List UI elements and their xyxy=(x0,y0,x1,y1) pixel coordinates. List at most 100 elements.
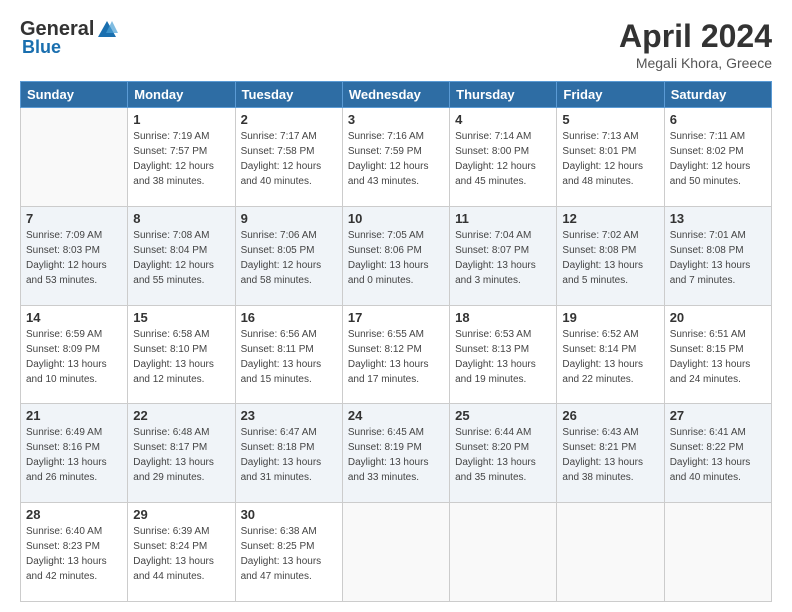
table-row xyxy=(664,503,771,602)
table-row: 16 Sunrise: 6:56 AM Sunset: 8:11 PM Dayli… xyxy=(235,305,342,404)
day-number: 7 xyxy=(26,211,122,226)
day-info: Sunrise: 7:01 AM Sunset: 8:08 PM Dayligh… xyxy=(670,228,766,288)
day-number: 19 xyxy=(562,310,658,325)
day-info: Sunrise: 6:52 AM Sunset: 8:14 PM Dayligh… xyxy=(562,327,658,387)
day-number: 5 xyxy=(562,112,658,127)
table-row xyxy=(557,503,664,602)
table-row xyxy=(342,503,449,602)
day-number: 29 xyxy=(133,507,229,522)
day-number: 21 xyxy=(26,408,122,423)
table-row: 5 Sunrise: 7:13 AM Sunset: 8:01 PM Daylig… xyxy=(557,108,664,207)
calendar-header-row: Sunday Monday Tuesday Wednesday Thursday… xyxy=(21,82,772,108)
day-number: 28 xyxy=(26,507,122,522)
day-info: Sunrise: 7:11 AM Sunset: 8:02 PM Dayligh… xyxy=(670,129,766,189)
table-row: 13Sunrise: 7:01 AM Sunset: 8:08 PM Dayli… xyxy=(664,206,771,305)
location: Megali Khora, Greece xyxy=(619,55,772,71)
day-info: Sunrise: 6:59 AM Sunset: 8:09 PM Dayligh… xyxy=(26,327,122,387)
day-number: 12 xyxy=(562,211,658,226)
col-thursday: Thursday xyxy=(450,82,557,108)
calendar-table: Sunday Monday Tuesday Wednesday Thursday… xyxy=(20,81,772,602)
day-number: 2 xyxy=(241,112,337,127)
day-info: Sunrise: 7:16 AM Sunset: 7:59 PM Dayligh… xyxy=(348,129,444,189)
day-number: 30 xyxy=(241,507,337,522)
logo-icon xyxy=(96,19,118,41)
day-info: Sunrise: 7:08 AM Sunset: 8:04 PM Dayligh… xyxy=(133,228,229,288)
table-row: 22 Sunrise: 6:48 AM Sunset: 8:17 PM Dayli… xyxy=(128,404,235,503)
day-number: 26 xyxy=(562,408,658,423)
calendar-week-row: 1Sunrise: 7:19 AM Sunset: 7:57 PM Daylig… xyxy=(21,108,772,207)
table-row: 10Sunrise: 7:05 AM Sunset: 8:06 PM Dayli… xyxy=(342,206,449,305)
day-info: Sunrise: 6:39 AM Sunset: 8:24 PM Dayligh… xyxy=(133,524,229,584)
table-row: 28 Sunrise: 6:40 AM Sunset: 8:23 PM Dayli… xyxy=(21,503,128,602)
logo: General Blue xyxy=(20,18,118,58)
day-number: 10 xyxy=(348,211,444,226)
day-number: 22 xyxy=(133,408,229,423)
col-friday: Friday xyxy=(557,82,664,108)
day-number: 3 xyxy=(348,112,444,127)
day-info: Sunrise: 6:48 AM Sunset: 8:17 PM Dayligh… xyxy=(133,425,229,485)
day-info: Sunrise: 6:51 AM Sunset: 8:15 PM Dayligh… xyxy=(670,327,766,387)
col-sunday: Sunday xyxy=(21,82,128,108)
day-number: 17 xyxy=(348,310,444,325)
day-number: 23 xyxy=(241,408,337,423)
day-number: 18 xyxy=(455,310,551,325)
table-row: 15 Sunrise: 6:58 AM Sunset: 8:10 PM Dayli… xyxy=(128,305,235,404)
day-number: 11 xyxy=(455,211,551,226)
calendar-week-row: 14 Sunrise: 6:59 AM Sunset: 8:09 PM Dayli… xyxy=(21,305,772,404)
day-info: Sunrise: 6:43 AM Sunset: 8:21 PM Dayligh… xyxy=(562,425,658,485)
table-row: 29 Sunrise: 6:39 AM Sunset: 8:24 PM Dayli… xyxy=(128,503,235,602)
day-info: Sunrise: 6:38 AM Sunset: 8:25 PM Dayligh… xyxy=(241,524,337,584)
day-info: Sunrise: 7:13 AM Sunset: 8:01 PM Dayligh… xyxy=(562,129,658,189)
day-info: Sunrise: 7:06 AM Sunset: 8:05 PM Dayligh… xyxy=(241,228,337,288)
table-row: 30 Sunrise: 6:38 AM Sunset: 8:25 PM Dayli… xyxy=(235,503,342,602)
table-row: 6 Sunrise: 7:11 AM Sunset: 8:02 PM Daylig… xyxy=(664,108,771,207)
day-number: 16 xyxy=(241,310,337,325)
day-number: 9 xyxy=(241,211,337,226)
day-info: Sunrise: 7:09 AM Sunset: 8:03 PM Dayligh… xyxy=(26,228,122,288)
table-row: 11 Sunrise: 7:04 AM Sunset: 8:07 PM Dayli… xyxy=(450,206,557,305)
calendar-week-row: 7 Sunrise: 7:09 AM Sunset: 8:03 PM Daylig… xyxy=(21,206,772,305)
day-number: 27 xyxy=(670,408,766,423)
table-row: 1Sunrise: 7:19 AM Sunset: 7:57 PM Daylig… xyxy=(128,108,235,207)
day-number: 15 xyxy=(133,310,229,325)
page: General Blue April 2024 Megali Khora, Gr… xyxy=(0,0,792,612)
table-row: 12 Sunrise: 7:02 AM Sunset: 8:08 PM Dayli… xyxy=(557,206,664,305)
day-info: Sunrise: 7:17 AM Sunset: 7:58 PM Dayligh… xyxy=(241,129,337,189)
header: General Blue April 2024 Megali Khora, Gr… xyxy=(20,18,772,71)
day-info: Sunrise: 7:04 AM Sunset: 8:07 PM Dayligh… xyxy=(455,228,551,288)
table-row: 18 Sunrise: 6:53 AM Sunset: 8:13 PM Dayli… xyxy=(450,305,557,404)
day-number: 1 xyxy=(133,112,229,127)
day-info: Sunrise: 7:14 AM Sunset: 8:00 PM Dayligh… xyxy=(455,129,551,189)
day-number: 25 xyxy=(455,408,551,423)
day-number: 20 xyxy=(670,310,766,325)
table-row: 23 Sunrise: 6:47 AM Sunset: 8:18 PM Dayli… xyxy=(235,404,342,503)
day-number: 14 xyxy=(26,310,122,325)
day-info: Sunrise: 6:40 AM Sunset: 8:23 PM Dayligh… xyxy=(26,524,122,584)
table-row: 20 Sunrise: 6:51 AM Sunset: 8:15 PM Dayli… xyxy=(664,305,771,404)
col-monday: Monday xyxy=(128,82,235,108)
day-info: Sunrise: 6:41 AM Sunset: 8:22 PM Dayligh… xyxy=(670,425,766,485)
logo-blue: Blue xyxy=(22,37,61,58)
title-block: April 2024 Megali Khora, Greece xyxy=(619,18,772,71)
table-row xyxy=(21,108,128,207)
col-saturday: Saturday xyxy=(664,82,771,108)
day-number: 4 xyxy=(455,112,551,127)
day-info: Sunrise: 6:53 AM Sunset: 8:13 PM Dayligh… xyxy=(455,327,551,387)
table-row: 9 Sunrise: 7:06 AM Sunset: 8:05 PM Daylig… xyxy=(235,206,342,305)
table-row: 4 Sunrise: 7:14 AM Sunset: 8:00 PM Daylig… xyxy=(450,108,557,207)
col-wednesday: Wednesday xyxy=(342,82,449,108)
table-row: 19 Sunrise: 6:52 AM Sunset: 8:14 PM Dayli… xyxy=(557,305,664,404)
day-info: Sunrise: 7:02 AM Sunset: 8:08 PM Dayligh… xyxy=(562,228,658,288)
table-row: 21Sunrise: 6:49 AM Sunset: 8:16 PM Dayli… xyxy=(21,404,128,503)
day-info: Sunrise: 6:45 AM Sunset: 8:19 PM Dayligh… xyxy=(348,425,444,485)
day-number: 6 xyxy=(670,112,766,127)
table-row: 2 Sunrise: 7:17 AM Sunset: 7:58 PM Daylig… xyxy=(235,108,342,207)
table-row: 3 Sunrise: 7:16 AM Sunset: 7:59 PM Daylig… xyxy=(342,108,449,207)
day-info: Sunrise: 6:44 AM Sunset: 8:20 PM Dayligh… xyxy=(455,425,551,485)
day-info: Sunrise: 6:47 AM Sunset: 8:18 PM Dayligh… xyxy=(241,425,337,485)
day-info: Sunrise: 6:58 AM Sunset: 8:10 PM Dayligh… xyxy=(133,327,229,387)
day-info: Sunrise: 6:56 AM Sunset: 8:11 PM Dayligh… xyxy=(241,327,337,387)
day-number: 24 xyxy=(348,408,444,423)
col-tuesday: Tuesday xyxy=(235,82,342,108)
table-row xyxy=(450,503,557,602)
